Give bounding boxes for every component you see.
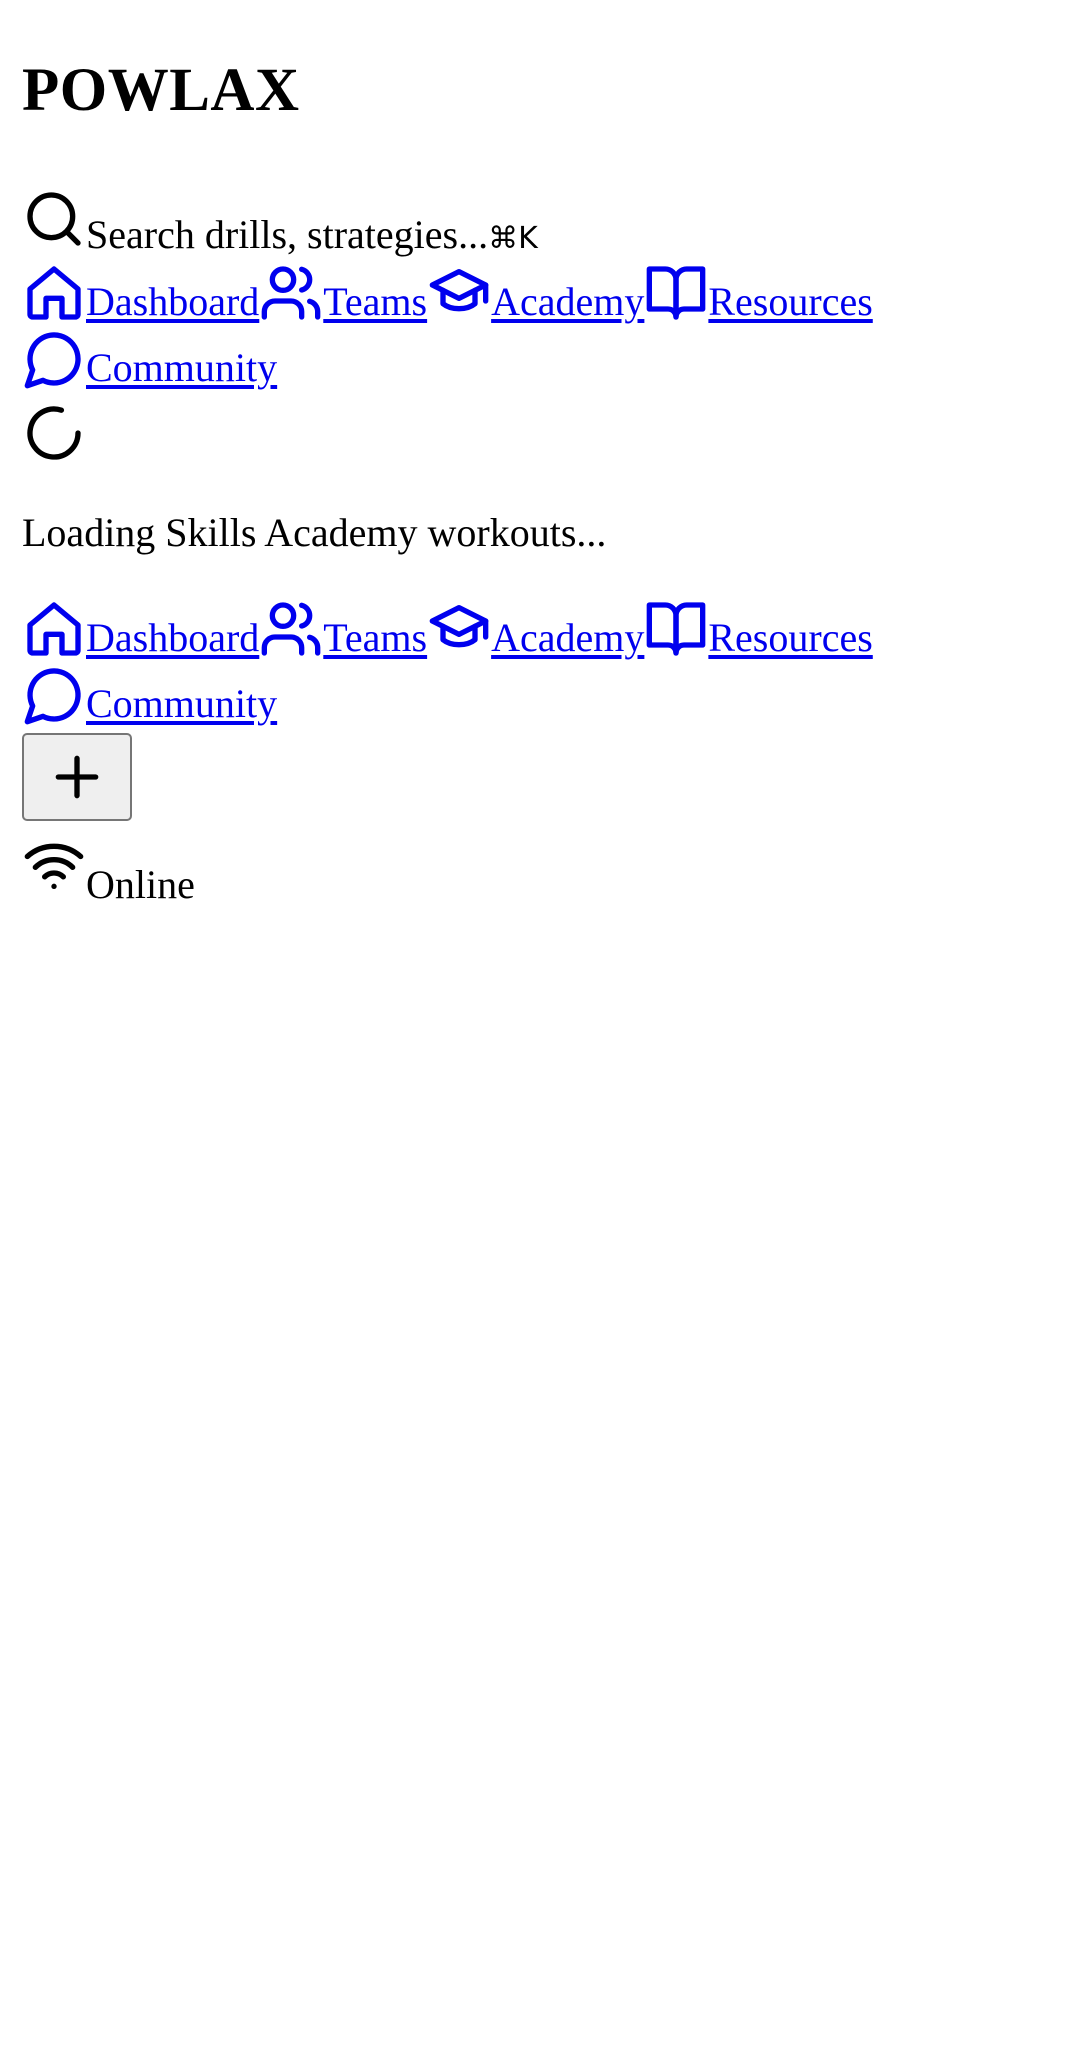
bottom-nav-item-resources[interactable]: Resources xyxy=(644,602,873,660)
nav-item-resources[interactable]: Resources xyxy=(644,266,873,324)
message-circle-icon xyxy=(22,663,86,727)
wifi-icon xyxy=(22,833,86,897)
loading-message: Loading Skills Academy workouts... xyxy=(22,510,607,555)
nav-link-dashboard[interactable]: Dashboard xyxy=(86,279,259,324)
status-label: Online xyxy=(86,862,195,907)
bottom-nav-item-academy[interactable]: Academy xyxy=(427,605,644,660)
book-open-icon xyxy=(644,597,708,661)
nav-item-dashboard[interactable]: Dashboard xyxy=(22,266,259,324)
nav-item-teams[interactable]: Teams xyxy=(259,266,427,324)
add-button[interactable] xyxy=(22,733,132,821)
search-bar[interactable]: Search drills, strategies... ⌘K xyxy=(22,187,1059,256)
nav-link-community[interactable]: Community xyxy=(86,345,277,390)
app-title: POWLAX xyxy=(22,57,300,124)
bottom-nav-link-dashboard[interactable]: Dashboard xyxy=(86,615,259,660)
users-icon xyxy=(259,261,323,325)
bottom-nav-link-community[interactable]: Community xyxy=(86,681,277,726)
book-open-icon xyxy=(644,261,708,325)
bottom-nav: Dashboard Teams Academy Resources Community xyxy=(22,597,1032,729)
home-icon xyxy=(22,261,86,325)
bottom-nav-link-resources[interactable]: Resources xyxy=(708,615,872,660)
top-nav: Dashboard Teams Academy Resources Community xyxy=(22,261,1032,393)
search-icon xyxy=(22,187,86,251)
bottom-nav-item-teams[interactable]: Teams xyxy=(259,602,427,660)
nav-item-community[interactable]: Community xyxy=(22,332,277,390)
search-shortcut: ⌘K xyxy=(488,221,538,256)
graduation-cap-icon xyxy=(427,261,491,325)
nav-link-resources[interactable]: Resources xyxy=(708,279,872,324)
graduation-cap-icon xyxy=(427,597,491,661)
nav-link-teams[interactable]: Teams xyxy=(323,279,427,324)
home-icon xyxy=(22,597,86,661)
nav-link-academy[interactable]: Academy xyxy=(491,279,644,324)
users-icon xyxy=(259,597,323,661)
bottom-nav-item-dashboard[interactable]: Dashboard xyxy=(22,602,259,660)
page: POWLAX Search drills, strategies... ⌘K D… xyxy=(0,57,1081,905)
connection-status: Online xyxy=(22,833,1059,905)
loader-icon xyxy=(22,401,86,465)
bottom-nav-link-academy[interactable]: Academy xyxy=(491,615,644,660)
nav-item-academy[interactable]: Academy xyxy=(427,269,644,324)
plus-icon xyxy=(55,755,99,799)
bottom-nav-item-community[interactable]: Community xyxy=(22,668,277,726)
bottom-nav-link-teams[interactable]: Teams xyxy=(323,615,427,660)
message-circle-icon xyxy=(22,327,86,391)
search-input[interactable]: Search drills, strategies... xyxy=(86,215,488,255)
